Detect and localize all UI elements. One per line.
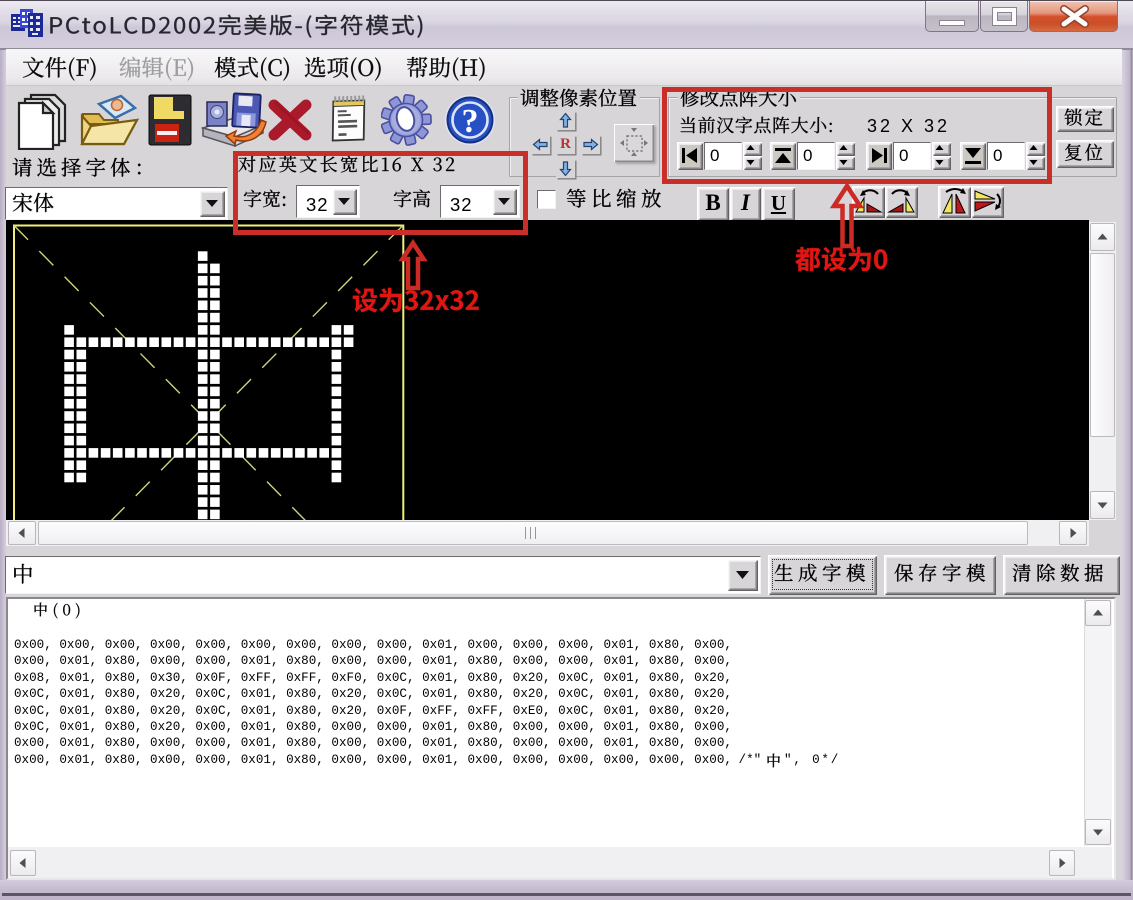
svg-text:?: ? <box>462 103 479 140</box>
